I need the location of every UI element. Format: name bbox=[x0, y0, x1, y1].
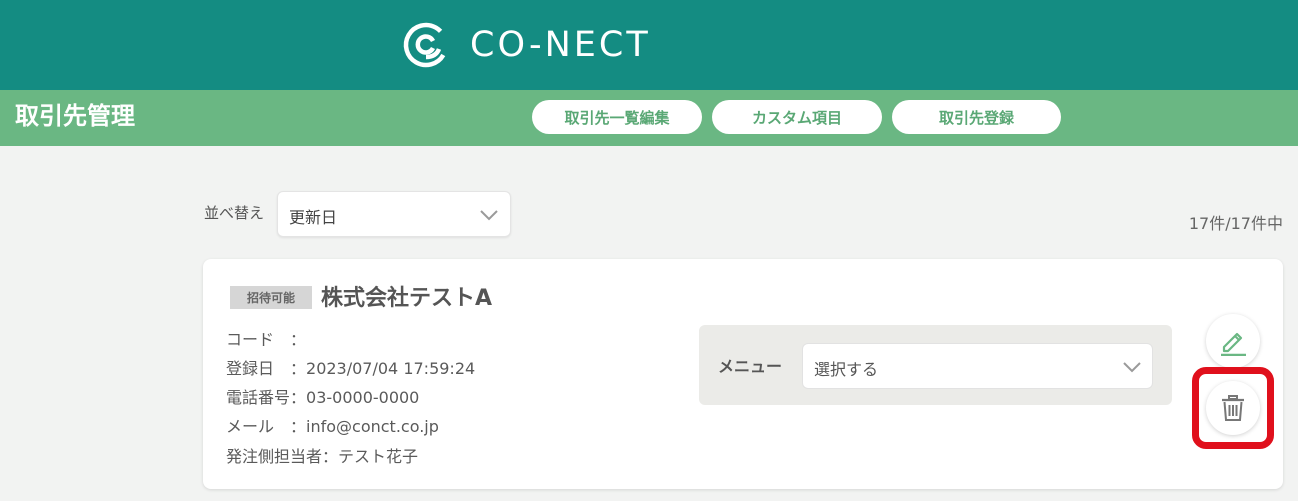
field-code: コード ： bbox=[226, 326, 306, 350]
highlight-box bbox=[1192, 367, 1274, 449]
field-value: 2023/07/04 17:59:24 bbox=[306, 359, 476, 378]
field-key: 発注側担当者： bbox=[226, 447, 339, 466]
field-value: info@conct.co.jp bbox=[306, 417, 439, 436]
field-value: テスト花子 bbox=[338, 447, 419, 466]
brand-name: CO-NECT bbox=[470, 25, 651, 65]
field-email: メール ：info@conct.co.jp bbox=[226, 413, 439, 437]
field-key: コード ： bbox=[226, 330, 307, 349]
pencil-icon bbox=[1221, 332, 1246, 356]
edit-list-button[interactable]: 取引先一覧編集 bbox=[532, 100, 702, 134]
field-registered-date: 登録日 ：2023/07/04 17:59:24 bbox=[226, 355, 475, 379]
field-contact-person: 発注側担当者：テスト花子 bbox=[226, 443, 418, 467]
menu-label: メニュー bbox=[718, 357, 783, 376]
sort-label: 並べ替え bbox=[204, 204, 265, 222]
sort-select[interactable]: 更新日 bbox=[277, 191, 511, 237]
company-name[interactable]: 株式会社テストA bbox=[321, 280, 492, 312]
field-value: 03-0000-0000 bbox=[306, 388, 420, 407]
page-title: 取引先管理 bbox=[15, 102, 135, 130]
status-badge: 招待可能 bbox=[230, 286, 312, 309]
field-key: 電話番号： bbox=[226, 388, 307, 407]
custom-fields-button[interactable]: カスタム項目 bbox=[712, 100, 882, 134]
field-key: メール ： bbox=[226, 417, 307, 436]
sort-selected-value: 更新日 bbox=[289, 208, 338, 227]
conect-logo-icon bbox=[403, 22, 449, 68]
app-header: CO-NECT bbox=[0, 0, 1298, 90]
brand-logo[interactable]: CO-NECT bbox=[402, 20, 651, 70]
menu-selected-value: 選択する bbox=[814, 360, 879, 379]
chevron-down-icon bbox=[1123, 362, 1141, 373]
menu-select[interactable]: 選択する bbox=[802, 343, 1153, 389]
field-phone: 電話番号：03-0000-0000 bbox=[226, 384, 419, 408]
register-partner-button[interactable]: 取引先登録 bbox=[892, 100, 1061, 134]
edit-button[interactable] bbox=[1206, 314, 1260, 368]
field-key: 登録日 ： bbox=[226, 359, 307, 378]
chevron-down-icon bbox=[480, 210, 498, 221]
result-count: 17件/17件中 bbox=[1188, 214, 1283, 233]
